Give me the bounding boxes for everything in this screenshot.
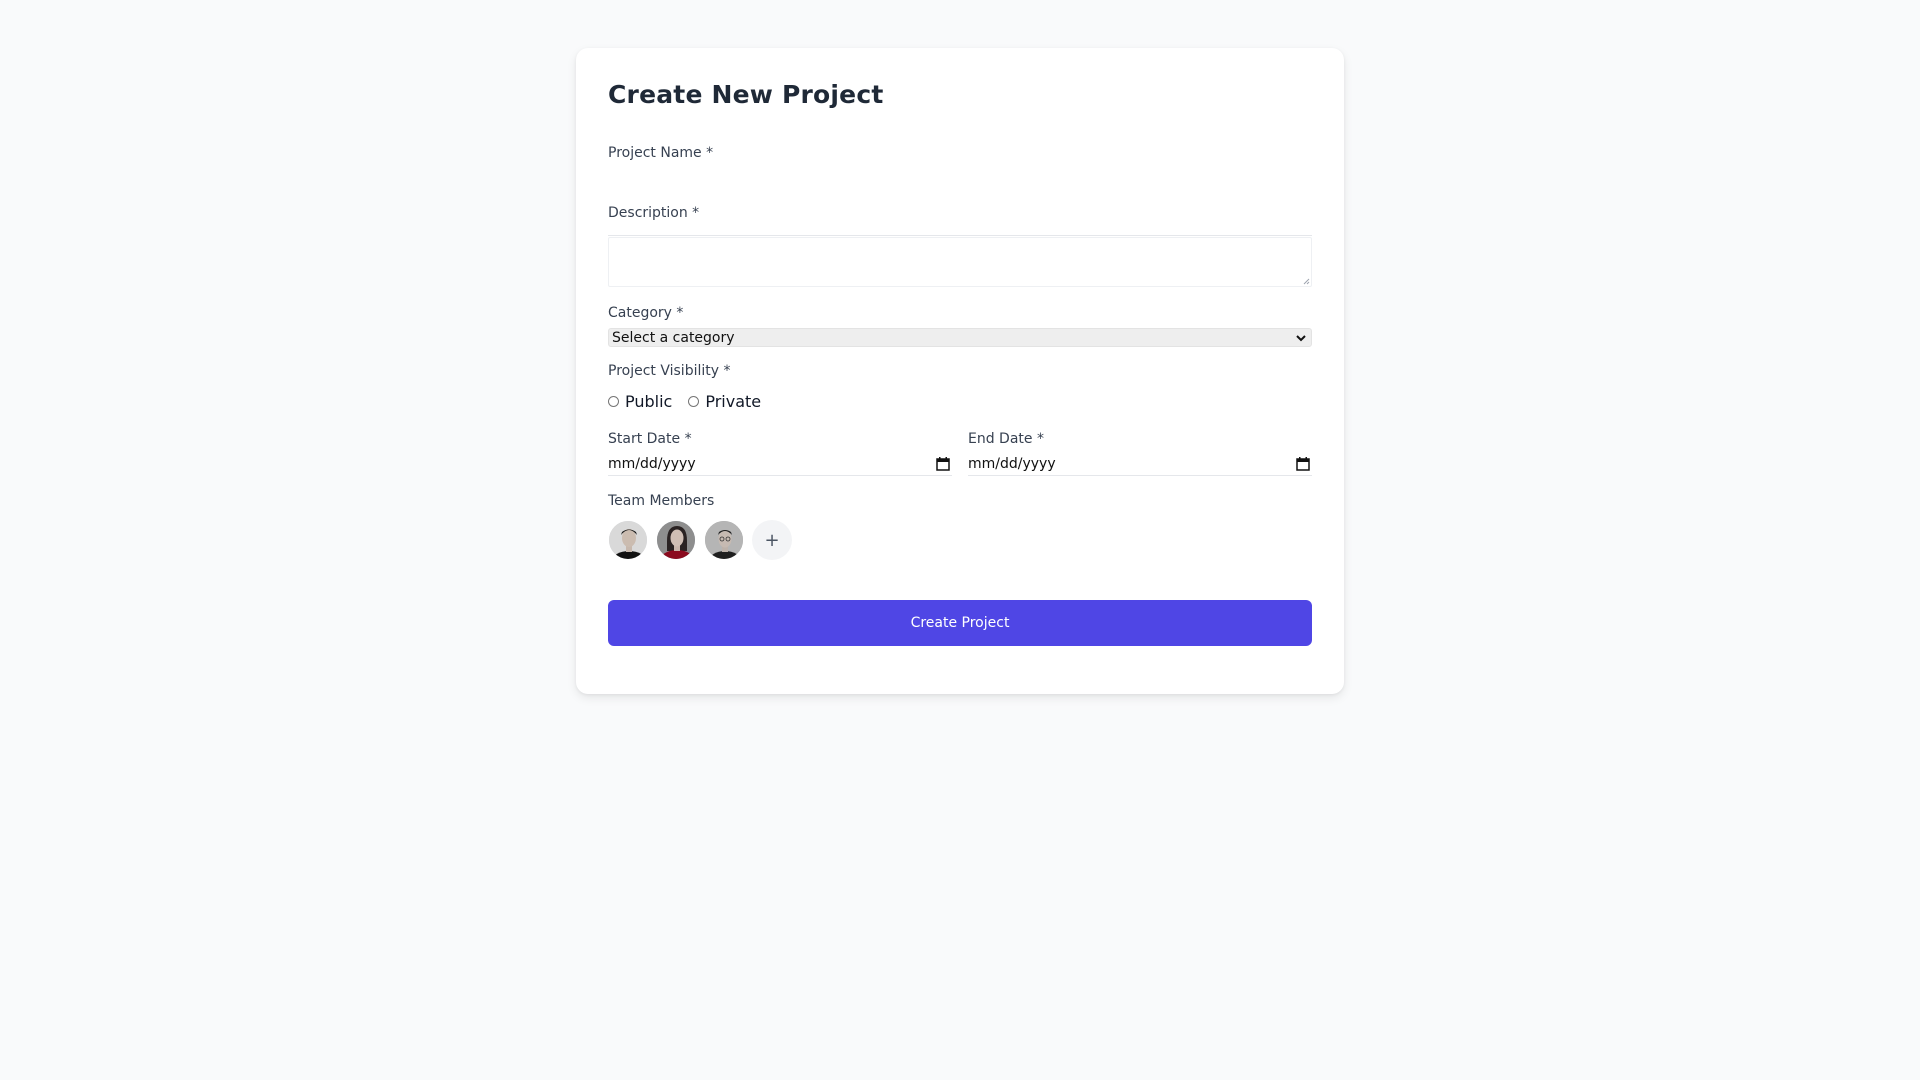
visibility-options: Public Private <box>608 391 761 411</box>
category-label: Category * <box>608 305 684 321</box>
start-date-input[interactable]: mm/dd/yyyy <box>608 452 952 476</box>
project-name-label: Project Name * <box>608 145 714 161</box>
chevron-down-icon <box>1296 334 1306 341</box>
team-members-label: Team Members <box>608 493 715 509</box>
category-select[interactable]: Select a category <box>608 328 1312 347</box>
project-name-input[interactable] <box>608 208 1312 236</box>
category-selected-value: Select a category <box>612 329 735 346</box>
avatar[interactable] <box>704 520 744 560</box>
description-textarea[interactable] <box>608 237 1312 287</box>
create-project-button-label: Create Project <box>910 615 1010 631</box>
calendar-icon[interactable] <box>1296 456 1310 471</box>
radio-private-label[interactable]: Private <box>705 392 761 411</box>
radio-public[interactable] <box>608 395 619 407</box>
avatar-woman-red-top-icon <box>657 521 695 559</box>
end-date-input[interactable]: mm/dd/yyyy <box>968 452 1312 476</box>
radio-private[interactable] <box>688 395 700 407</box>
description-wrapper <box>608 237 1312 287</box>
end-date-label: End Date * <box>968 431 1044 447</box>
avatar-man-glasses-icon <box>705 521 743 559</box>
avatar[interactable] <box>656 520 696 560</box>
create-project-button[interactable]: Create Project <box>608 600 1312 646</box>
start-date-label: Start Date * <box>608 431 692 447</box>
plus-icon: + <box>764 529 780 551</box>
add-member-button[interactable]: + <box>752 520 792 560</box>
page-title: Create New Project <box>608 80 884 109</box>
visibility-label: Project Visibility * <box>608 363 731 379</box>
create-project-card: Create New Project Project Name * Descri… <box>576 48 1344 694</box>
end-date-value: mm/dd/yyyy <box>968 455 1056 472</box>
resize-handle-icon[interactable] <box>1303 278 1310 285</box>
radio-public-label[interactable]: Public <box>625 392 672 411</box>
calendar-icon[interactable] <box>936 456 950 471</box>
avatar-man-dark-shirt-icon <box>609 521 647 559</box>
avatar[interactable] <box>608 520 648 560</box>
start-date-value: mm/dd/yyyy <box>608 455 696 472</box>
description-label: Description * <box>608 205 700 221</box>
